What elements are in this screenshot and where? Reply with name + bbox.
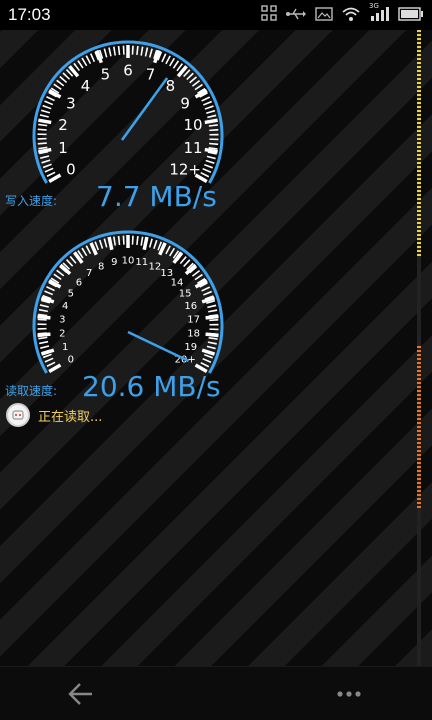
gauge-major-tick [37, 332, 51, 338]
gauge-tick-label: 16 [184, 301, 197, 312]
gauge-needle [120, 77, 169, 141]
gauge-tick-label: 0 [66, 160, 76, 178]
network-label: 3G [369, 2, 379, 10]
gauge-tick-label: 14 [171, 277, 184, 288]
read-speed-gauge: 01234567891011121314151617181920+ [32, 230, 224, 374]
gauge-major-tick [48, 363, 62, 374]
side-progress-scale [417, 30, 421, 666]
gauge-major-tick [38, 147, 52, 154]
gauge-tick-label: 5 [68, 289, 74, 300]
read-speed-label: 读取速度: [5, 384, 58, 398]
image-icon [315, 6, 333, 25]
status-row: 正在读取... [6, 403, 102, 427]
gauge-tick-label: 2 [59, 328, 65, 339]
gauge-tick-label: 7 [146, 65, 156, 83]
gauge-major-tick [204, 118, 218, 125]
write-speed-value: 7.7 MB/s [96, 180, 217, 213]
write-speed-label: 写入速度: [5, 194, 58, 208]
gauge-tick-label: 8 [98, 261, 104, 272]
write-speed-gauge: 012345 6 789101112+ [32, 40, 224, 184]
gauge-major-tick [201, 348, 216, 356]
gauge-tick-label: 9 [180, 94, 190, 112]
reading-avatar-icon [6, 403, 30, 427]
usb-icon [286, 6, 306, 25]
gauge-tick-label: 11 [135, 257, 148, 268]
gauge-major-tick [40, 348, 55, 356]
gauge-tick-label: 9 [111, 257, 117, 268]
gauge-tick-label: 1 [58, 139, 68, 157]
gauge-tick-label: 4 [62, 301, 68, 312]
navigation-bar [0, 666, 432, 720]
gauge-tick-label: 0 [68, 355, 74, 366]
gauge-major-tick [37, 314, 51, 320]
read-speed-value: 20.6 MB/s [82, 370, 221, 403]
gauge-major-tick [205, 332, 219, 338]
gauge-tick-label: 12 [148, 261, 161, 272]
status-time: 17:03 [8, 5, 51, 24]
gauge-tick-label: 6 [76, 277, 82, 288]
gauge-major-tick [107, 236, 114, 251]
back-button[interactable] [66, 681, 96, 707]
status-bar: 17:03 3G [0, 0, 432, 30]
gauge-major-tick [59, 263, 72, 276]
gauge-major-tick [204, 147, 218, 154]
wifi-icon [342, 6, 360, 25]
gauge-major-tick [48, 173, 62, 184]
gauge-tick-label: 12+ [169, 160, 201, 178]
gauge-tick-label: 10 [122, 256, 135, 267]
status-icons: 3G [261, 2, 424, 25]
gauge-tick-label: 17 [187, 315, 200, 326]
back-arrow-icon [68, 683, 92, 705]
gauge-tick-label: 19 [184, 342, 197, 353]
gauge-tick-label: 6 [123, 61, 133, 79]
gauge-major-tick [142, 236, 149, 251]
gauge-tick-label: 1 [62, 342, 68, 353]
gauge-major-tick [38, 118, 52, 125]
gauge-tick-label: 4 [81, 77, 91, 95]
signal-icon: 3G [369, 2, 389, 25]
gauge-tick-label: 11 [183, 139, 202, 157]
gauge-major-tick [205, 314, 219, 320]
gauge-tick-label: 15 [179, 289, 192, 300]
battery-icon [398, 6, 424, 25]
status-message: 正在读取... [38, 409, 103, 425]
gauge-tick-label: 7 [86, 268, 92, 279]
more-dots-icon [337, 691, 361, 697]
gauge-tick-label: 3 [66, 94, 76, 112]
main-content: 0 1 2 3 4 5 6 7 8 9 10 11 12+ 写入速度: 7.7 MB/s 0123456… [0, 30, 432, 666]
gauge-needle [127, 330, 190, 363]
gauge-tick-label: 5 [101, 65, 111, 83]
more-options-button[interactable] [334, 681, 364, 707]
gauge-tick-label: 18 [187, 328, 200, 339]
gauge-tick-label: 2 [58, 116, 68, 134]
screenshot-icon [261, 5, 277, 25]
gauge-tick-label: 3 [59, 315, 65, 326]
gauge-tick-label: 10 [183, 116, 202, 134]
